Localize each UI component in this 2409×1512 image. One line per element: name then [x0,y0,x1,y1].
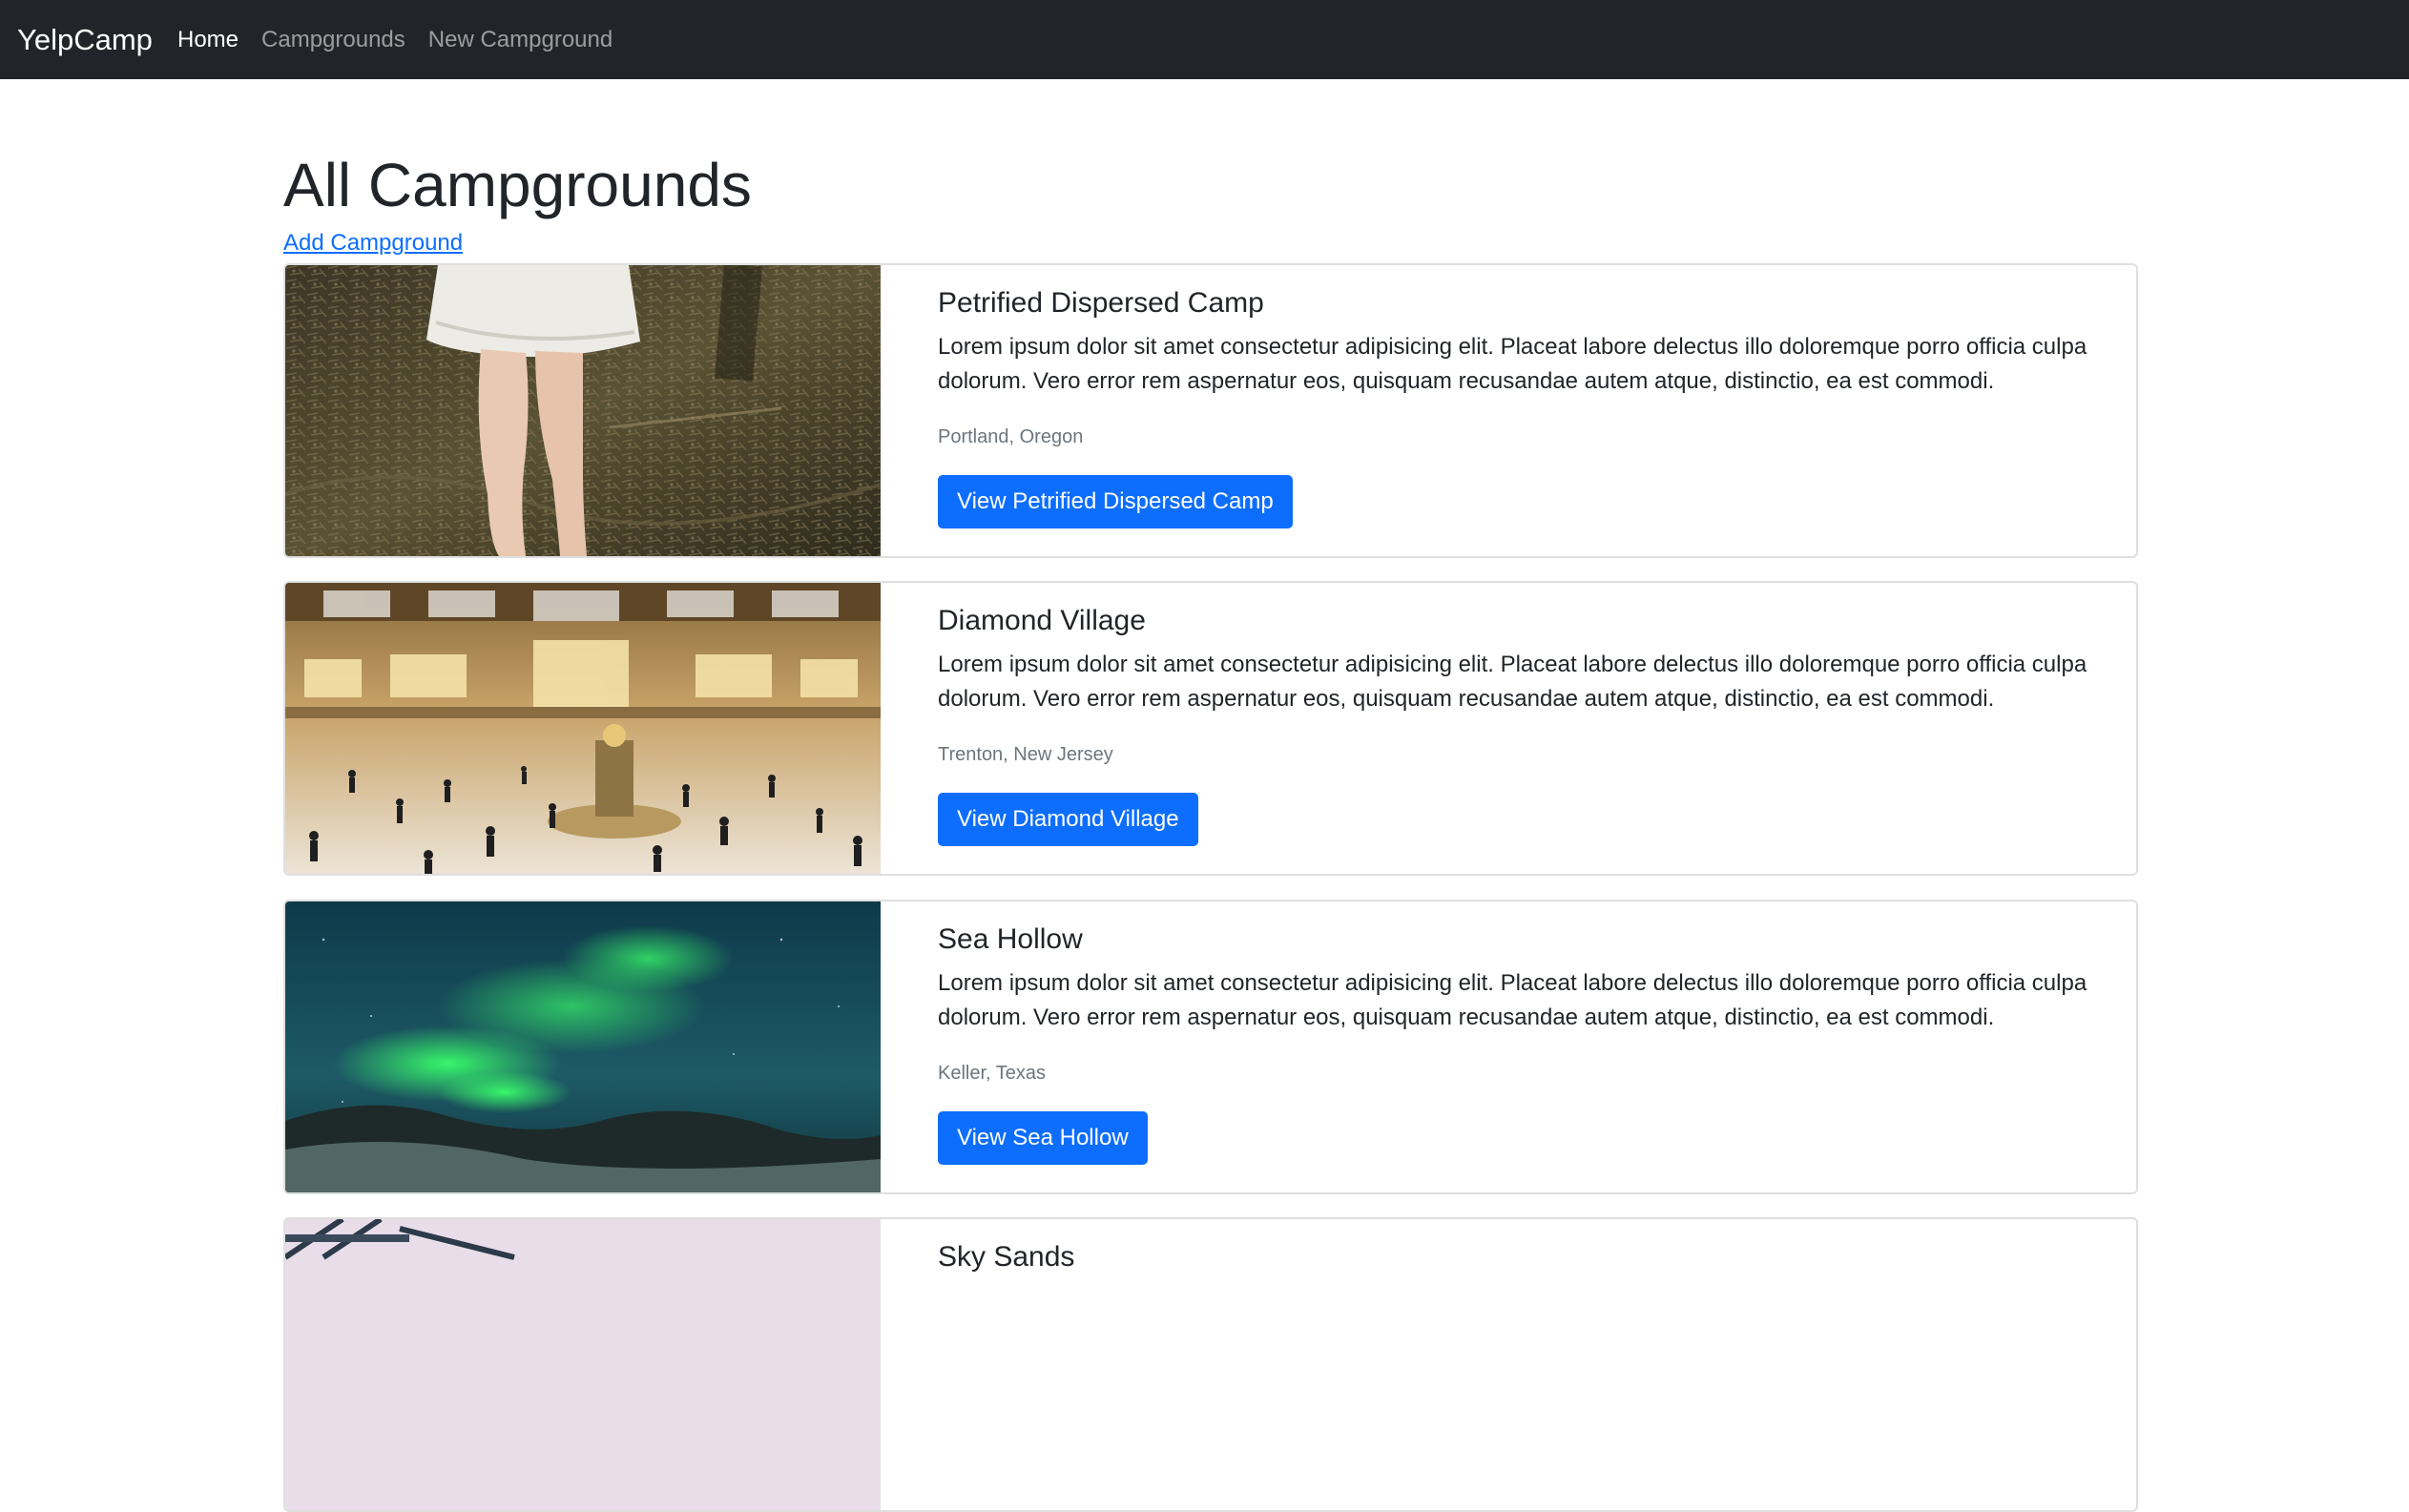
nav-link-home[interactable]: Home [177,0,239,79]
campground-image-terminal [285,583,881,874]
campground-card: Sea Hollow Lorem ipsum dolor sit amet co… [283,900,2138,1194]
view-campground-button[interactable]: View Diamond Village [938,793,1198,846]
brand-logo-link[interactable]: YelpCamp [17,0,153,79]
campground-description: Lorem ipsum dolor sit amet consectetur a… [938,334,2087,394]
nav-link-new-campground[interactable]: New Campground [428,0,613,79]
campground-card: Petrified Dispersed Camp Lorem ipsum dol… [283,263,2138,558]
view-campground-button[interactable]: View Petrified Dispersed Camp [938,475,1293,528]
campground-title: Sea Hollow [938,923,1083,955]
campground-title: Petrified Dispersed Camp [938,287,1264,319]
campground-title: Diamond Village [938,605,1146,636]
page-title: All Campgrounds [283,151,752,219]
nav-link-campgrounds[interactable]: Campgrounds [261,0,405,79]
campground-location: Trenton, New Jersey [938,744,1113,765]
campground-description: Lorem ipsum dolor sit amet consectetur a… [938,970,2087,1030]
campground-image-forest [285,265,881,556]
campground-card-body: Sky Sands [938,1240,2121,1274]
campground-location: Keller, Texas [938,1063,1047,1084]
campground-location: Portland, Oregon [938,426,1084,447]
campground-card: Sky Sands [283,1217,2138,1512]
campground-card-body: Diamond Village Lorem ipsum dolor sit am… [938,604,2121,846]
campground-image-aurora [285,901,881,1192]
campground-image-bridge [285,1219,881,1510]
campground-description: Lorem ipsum dolor sit amet consectetur a… [938,652,2087,712]
view-campground-button[interactable]: View Sea Hollow [938,1111,1148,1165]
navbar: YelpCamp Home Campgrounds New Campground [0,0,2409,79]
add-campground-link[interactable]: Add Campground [283,230,463,257]
campground-card-body: Petrified Dispersed Camp Lorem ipsum dol… [938,286,2121,528]
nav-links: Home Campgrounds New Campground [177,0,635,79]
campground-title: Sky Sands [938,1241,1075,1273]
campground-card-body: Sea Hollow Lorem ipsum dolor sit amet co… [938,922,2121,1165]
campground-card: Diamond Village Lorem ipsum dolor sit am… [283,581,2138,876]
